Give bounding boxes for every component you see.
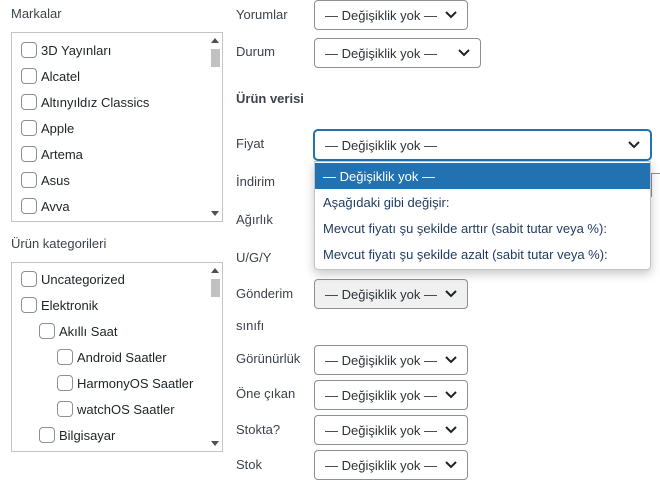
brand-checkbox-item[interactable]: Apple [21,118,74,138]
checkbox[interactable] [57,349,73,365]
brand-checkbox-item[interactable]: Asus [21,170,70,190]
category-checkbox-item[interactable]: Akıllı Saat [39,321,118,341]
scrollbar-thumb[interactable] [211,49,220,67]
comments-label: Yorumlar [236,7,288,22]
in-stock-select-value: — Değişiklik yok — [325,422,437,438]
brands-listbox[interactable]: 3D Yayınları Alcatel Altınyıldız Classics A… [11,32,223,222]
status-select[interactable]: — Değişiklik yok — [314,38,481,68]
chevron-down-icon [445,290,457,298]
scroll-down-arrow-icon[interactable] [211,211,219,216]
category-label: Akıllı Saat [59,323,118,339]
category-checkbox-item[interactable]: Android Saatler [57,347,167,367]
checkbox[interactable] [57,401,73,417]
category-checkbox-item[interactable]: HarmonyOS Saatler [57,373,193,393]
price-dropdown-option[interactable]: — Değişiklik yok — [315,163,650,189]
brand-label: Asus [41,172,70,188]
checkbox[interactable] [39,427,55,443]
brand-checkbox-item[interactable]: 3D Yayınları [21,40,111,60]
brand-label: 3D Yayınları [41,42,112,58]
brand-label: Artema [41,146,83,162]
brands-scrollbar[interactable] [208,33,222,221]
category-label: Bilgisayar [59,427,116,443]
chevron-down-icon [445,426,457,434]
chevron-down-icon [458,49,470,57]
scroll-down-arrow-icon[interactable] [211,441,219,446]
in-stock-label: Stokta? [236,422,281,437]
visibility-select-value: — Değişiklik yok — [325,352,437,368]
checkbox[interactable] [21,68,37,84]
shipping-class-select[interactable]: — Değişiklik yok — [314,279,468,309]
chevron-down-icon [445,11,457,19]
comments-select-value: — Değişiklik yok — [325,7,437,23]
price-select[interactable]: — Değişiklik yok — [314,130,651,160]
visibility-label: Görünürlük [236,351,301,366]
price-dropdown-option[interactable]: Aşağıdaki gibi değişir: [315,189,650,215]
comments-select[interactable]: — Değişiklik yok — [314,0,468,30]
weight-label: Ağırlık [236,212,273,227]
price-dropdown-option[interactable]: Mevcut fiyatı şu şekilde azalt (sabit tu… [315,241,650,267]
price-label: Fiyat [236,136,265,151]
stock-select-value: — Değişiklik yok — [325,457,437,473]
shipping-class-select-value: — Değişiklik yok — [325,286,437,302]
categories-label: Ürün kategorileri [11,236,107,251]
brand-label: Altınyıldız Classics [41,94,150,110]
chevron-down-icon [445,391,457,399]
checkbox[interactable] [21,271,37,287]
brand-checkbox-item[interactable]: Artema [21,144,83,164]
brands-label: Markalar [11,6,62,21]
scroll-up-arrow-icon[interactable] [211,268,219,273]
category-label: Uncategorized [41,271,125,287]
checkbox[interactable] [21,146,37,162]
featured-select-value: — Değişiklik yok — [325,387,437,403]
in-stock-select[interactable]: — Değişiklik yok — [314,415,468,445]
chevron-down-icon [628,141,640,149]
category-label: Android Saatler [77,349,167,365]
brand-checkbox-item[interactable]: Altınyıldız Classics [21,92,149,112]
price-select-value: — Değişiklik yok — [325,137,437,153]
chevron-down-icon [445,461,457,469]
checkbox[interactable] [57,375,73,391]
category-label: Elektronik [41,297,99,313]
sale-price-label: İndirim [236,174,276,189]
category-label: HarmonyOS Saatler [77,375,194,391]
dimensions-label: U/G/Y [236,250,272,265]
price-dropdown-option[interactable]: Mevcut fiyatı şu şekilde arttır (sabit t… [315,215,650,241]
checkbox[interactable] [21,94,37,110]
category-checkbox-item[interactable]: Elektronik [21,295,98,315]
checkbox[interactable] [21,42,37,58]
checkbox[interactable] [21,297,37,313]
checkbox[interactable] [21,120,37,136]
checkbox[interactable] [39,323,55,339]
brand-label: Apple [41,120,75,136]
chevron-down-icon [445,356,457,364]
price-dropdown-list[interactable]: — Değişiklik yok — Aşağıdaki gibi değişir… [314,161,651,270]
scrollbar-thumb[interactable] [211,279,220,297]
checkbox[interactable] [21,198,37,214]
bulk-edit-panel: Markalar 3D Yayınları Alcatel Altınyıldız … [0,0,660,489]
category-label: watchOS Saatler [77,401,175,417]
status-select-value: — Değişiklik yok — [325,45,437,61]
featured-select[interactable]: — Değişiklik yok — [314,380,468,410]
category-checkbox-item[interactable]: watchOS Saatler [57,399,175,419]
sale-price-input-edge[interactable] [651,173,660,197]
stock-select[interactable]: — Değişiklik yok — [314,450,468,480]
shipping-class-label-line1: Gönderim [236,286,294,301]
category-checkbox-item[interactable]: Uncategorized [21,269,125,289]
shipping-class-label-line2: sınıfı [236,318,265,333]
visibility-select[interactable]: — Değişiklik yok — [314,345,468,375]
checkbox[interactable] [21,172,37,188]
categories-listbox[interactable]: Uncategorized Elektronik Akıllı Saat Androi… [11,262,223,452]
brand-label: Avva [41,198,70,214]
categories-scrollbar[interactable] [208,263,222,451]
product-data-heading: Ürün verisi [236,91,304,106]
featured-label: Öne çıkan [236,386,296,401]
brand-checkbox-item[interactable]: Alcatel [21,66,80,86]
brand-label: Alcatel [41,68,81,84]
stock-label: Stok [236,457,263,472]
scroll-up-arrow-icon[interactable] [211,38,219,43]
brand-checkbox-item[interactable]: Avva [21,196,70,216]
category-checkbox-item[interactable]: Bilgisayar [39,425,115,445]
status-label: Durum [236,44,276,59]
